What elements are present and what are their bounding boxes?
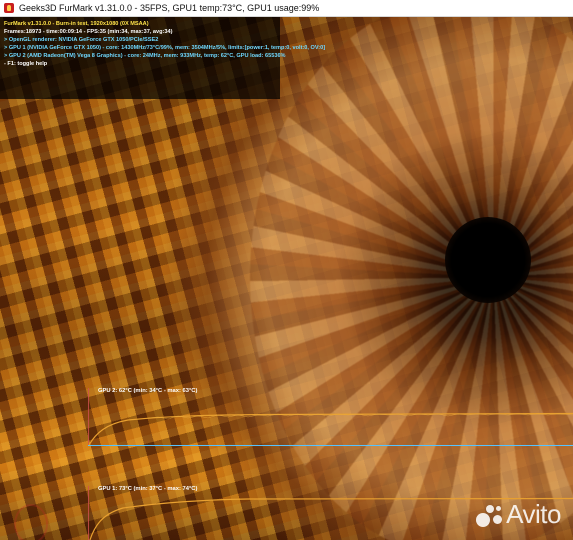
- title-bar[interactable]: Geeks3D FurMark v1.31.0.0 - 35FPS, GPU1 …: [0, 0, 573, 17]
- overlay-line-gpu2: > GPU 2 (AMD Radeon(TM) Vega 8 Graphics)…: [4, 53, 286, 60]
- gpu2-temp-graph: GPU 2: 62°C (min: 34°C - max: 63°C): [88, 388, 573, 446]
- furmark-window: Geeks3D FurMark v1.31.0.0 - 35FPS, GPU1 …: [0, 0, 573, 540]
- overlay-line-renderer: > OpenGL renderer: NVIDIA GeForce GTX 10…: [4, 37, 159, 44]
- overlay-line-title: FurMark v1.31.0.0 - Burn-in test, 1920x1…: [4, 21, 149, 27]
- avito-watermark-text: Avito: [506, 499, 561, 529]
- furmark-app-icon: [4, 3, 14, 13]
- overlay-line-gpu1: > GPU 1 (NVIDIA GeForce GTX 1050) - core…: [4, 45, 326, 52]
- gpu2-temp-curve-svg: [88, 412, 573, 446]
- avito-watermark: Avito: [476, 499, 561, 530]
- avito-logo-icon: [476, 503, 503, 527]
- gpu2-graph-baseline: [88, 445, 573, 446]
- window-title: Geeks3D FurMark v1.31.0.0 - 35FPS, GPU1 …: [19, 3, 320, 13]
- furmark-logo-icon: [14, 504, 48, 540]
- gpu2-temp-curve: [88, 412, 573, 446]
- stats-overlay: FurMark v1.31.0.0 - Burn-in test, 1920x1…: [0, 17, 326, 99]
- overlay-line-frames: Frames:18973 - time:00:09:14 - FPS:35 (m…: [4, 29, 173, 36]
- overlay-line-help: - F1: toggle help: [4, 61, 48, 68]
- render-viewport: FurMark v1.31.0.0 - Burn-in test, 1920x1…: [0, 17, 573, 540]
- eye-pupil: [445, 217, 531, 303]
- gpu2-temp-curve-noise: [147, 413, 573, 420]
